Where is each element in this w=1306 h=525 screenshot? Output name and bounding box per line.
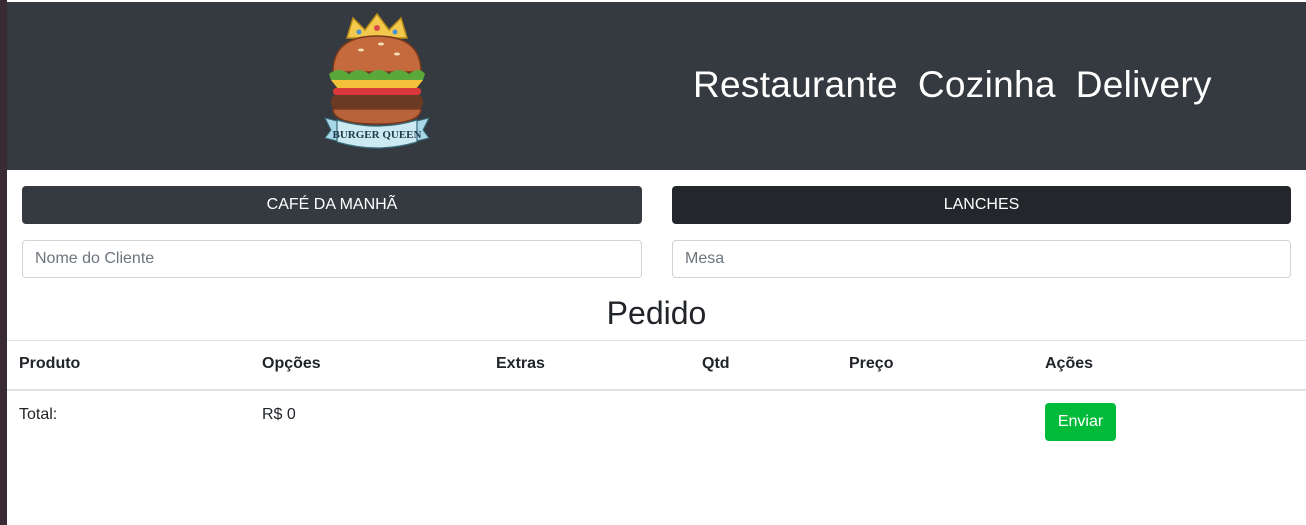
- window-edge: [0, 0, 7, 525]
- order-table-header: Produto Opções Extras Qtd Preço Ações: [7, 340, 1306, 391]
- lunch-menu-button[interactable]: LANCHES: [672, 186, 1291, 224]
- column-header-price: Preço: [849, 355, 894, 372]
- nav-cozinha[interactable]: Cozinha: [918, 64, 1056, 106]
- client-name-input[interactable]: [22, 240, 642, 278]
- total-value: R$ 0: [262, 406, 296, 423]
- column-header-product: Produto: [19, 355, 81, 372]
- nav-delivery[interactable]: Delivery: [1076, 64, 1212, 106]
- app-page: BURGER QUEEN Restaurante Cozinha Deliver…: [7, 0, 1306, 525]
- column-header-actions: Ações: [1045, 355, 1094, 372]
- column-header-qty: Qtd: [702, 355, 730, 372]
- nav-restaurante[interactable]: Restaurante: [693, 64, 898, 106]
- total-row: Total: R$ 0 Enviar: [7, 391, 1306, 451]
- burger-logo-icon: BURGER QUEEN: [324, 12, 430, 149]
- send-order-button[interactable]: Enviar: [1045, 403, 1116, 441]
- order-table: Produto Opções Extras Qtd Preço Ações To…: [7, 340, 1306, 451]
- top-nav: Restaurante Cozinha Delivery: [693, 64, 1212, 106]
- order-title: Pedido: [606, 295, 707, 331]
- logo-text: BURGER QUEEN: [333, 129, 422, 141]
- header: BURGER QUEEN Restaurante Cozinha Deliver…: [7, 0, 1306, 170]
- table-number-input[interactable]: [672, 240, 1291, 278]
- total-label: Total:: [19, 406, 58, 423]
- breakfast-menu-button[interactable]: CAFÉ DA MANHÃ: [22, 186, 642, 224]
- column-header-options: Opções: [262, 355, 321, 372]
- column-header-extras: Extras: [496, 355, 545, 372]
